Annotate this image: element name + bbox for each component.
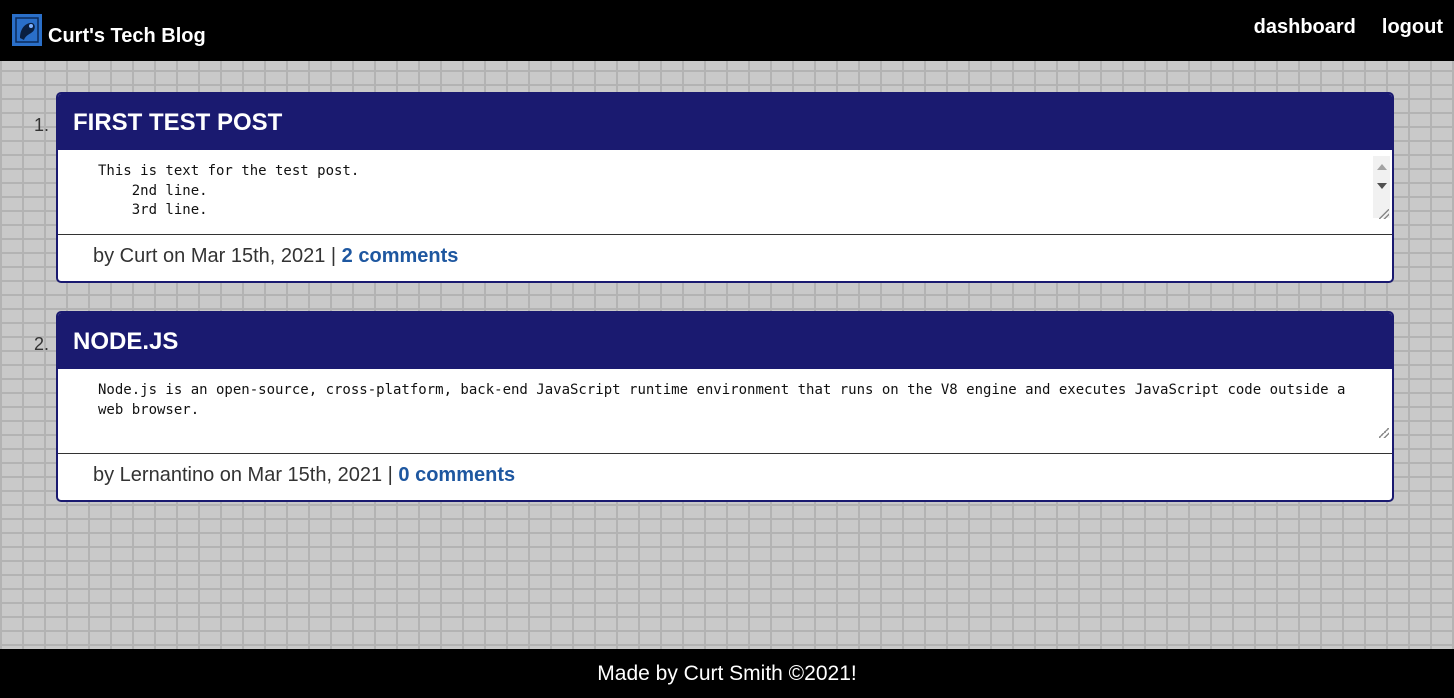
post-author-date: by Curt on Mar 15th, 2021 | bbox=[93, 245, 342, 267]
post-meta: by Lernantino on Mar 15th, 2021 | 0 comm… bbox=[58, 454, 1392, 498]
post-body-area: This is text for the test post. 2nd line… bbox=[58, 150, 1392, 235]
post-author-date: by Lernantino on Mar 15th, 2021 | bbox=[93, 464, 399, 486]
post-comments-link[interactable]: 2 comments bbox=[342, 245, 459, 267]
brand-title: Curt's Tech Blog bbox=[48, 25, 206, 47]
page-footer: Made by Curt Smith ©2021! bbox=[0, 649, 1454, 698]
post-comments-link[interactable]: 0 comments bbox=[398, 464, 515, 486]
post-card: FIRST TEST POST This is text for the tes… bbox=[56, 92, 1394, 283]
post-body-text[interactable]: Node.js is an open-source, cross-platfor… bbox=[98, 381, 1360, 420]
nav-logout-link[interactable]: logout bbox=[1382, 16, 1443, 39]
resize-handle-icon[interactable] bbox=[1379, 428, 1389, 438]
post-meta: by Curt on Mar 15th, 2021 | 2 comments bbox=[58, 235, 1392, 279]
post-title[interactable]: FIRST TEST POST bbox=[58, 94, 1392, 150]
scroll-down-arrow-icon[interactable] bbox=[1377, 183, 1387, 189]
post-title[interactable]: NODE.JS bbox=[58, 313, 1392, 369]
home-link[interactable]: Curt's Tech Blog bbox=[12, 11, 206, 48]
main-nav: dashboard logout bbox=[1254, 16, 1443, 39]
post-number: 2. bbox=[34, 334, 50, 354]
scroll-up-arrow-icon[interactable] bbox=[1377, 164, 1387, 170]
post-number: 1. bbox=[34, 115, 50, 135]
resize-handle-icon[interactable] bbox=[1379, 209, 1389, 219]
nav-dashboard-link[interactable]: dashboard bbox=[1254, 16, 1356, 39]
post-body-area: Node.js is an open-source, cross-platfor… bbox=[58, 369, 1392, 454]
post-card: NODE.JS Node.js is an open-source, cross… bbox=[56, 311, 1394, 502]
post-body-text[interactable]: This is text for the test post. 2nd line… bbox=[98, 162, 1360, 221]
top-navbar: Curt's Tech Blog dashboard logout bbox=[0, 0, 1454, 61]
blog-logo-icon bbox=[12, 13, 42, 46]
